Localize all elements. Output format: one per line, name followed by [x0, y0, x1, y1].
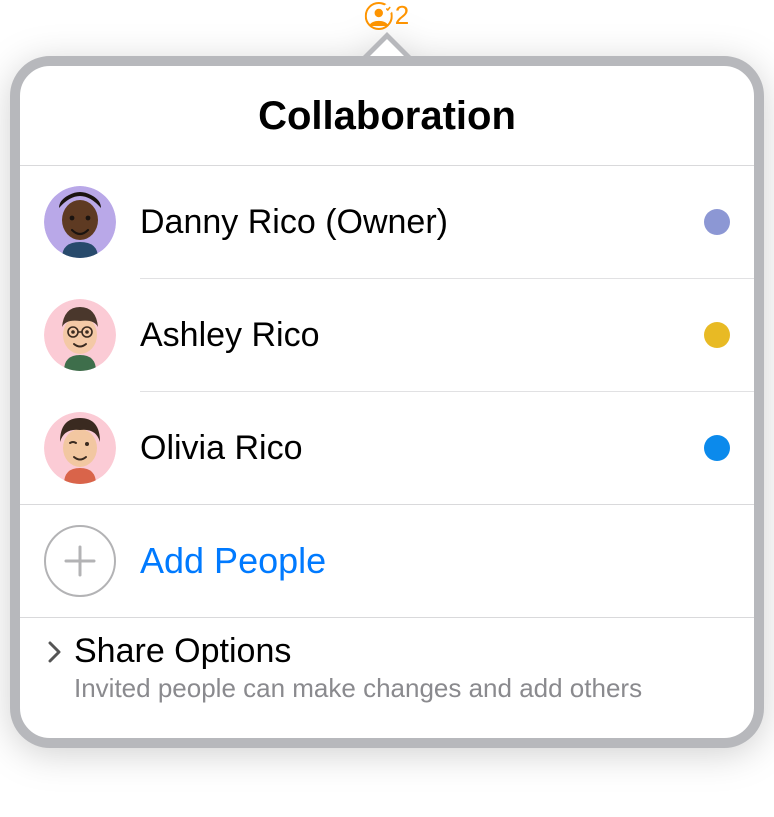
plus-icon — [44, 525, 116, 597]
participant-row[interactable]: Olivia Rico — [20, 392, 754, 504]
participant-name: Ashley Rico — [140, 316, 680, 355]
collaboration-toolbar-button[interactable]: 2 — [365, 0, 409, 31]
collaboration-popover: Collaboration Danny Rico (Owner) — [10, 32, 764, 748]
popover-pointer — [363, 32, 411, 56]
share-options-button[interactable]: Share Options Invited people can make ch… — [20, 618, 754, 738]
share-options-subtitle: Invited people can make changes and add … — [74, 673, 728, 704]
cursor-color-dot — [704, 435, 730, 461]
avatar — [44, 412, 116, 484]
collaborator-count: 2 — [395, 0, 409, 31]
share-options-title: Share Options — [74, 632, 291, 671]
cursor-color-dot — [704, 322, 730, 348]
participant-row[interactable]: Ashley Rico — [20, 279, 754, 391]
popover-title: Collaboration — [20, 66, 754, 165]
participant-name: Danny Rico (Owner) — [140, 203, 680, 242]
person-badge-icon — [365, 2, 393, 30]
chevron-right-icon — [46, 638, 64, 666]
avatar — [44, 186, 116, 258]
add-people-button[interactable]: Add People — [20, 505, 754, 617]
add-people-label: Add People — [140, 540, 326, 582]
avatar — [44, 299, 116, 371]
participant-row[interactable]: Danny Rico (Owner) — [20, 166, 754, 278]
participants-list: Danny Rico (Owner) — [20, 166, 754, 504]
participant-name: Olivia Rico — [140, 429, 680, 468]
cursor-color-dot — [704, 209, 730, 235]
